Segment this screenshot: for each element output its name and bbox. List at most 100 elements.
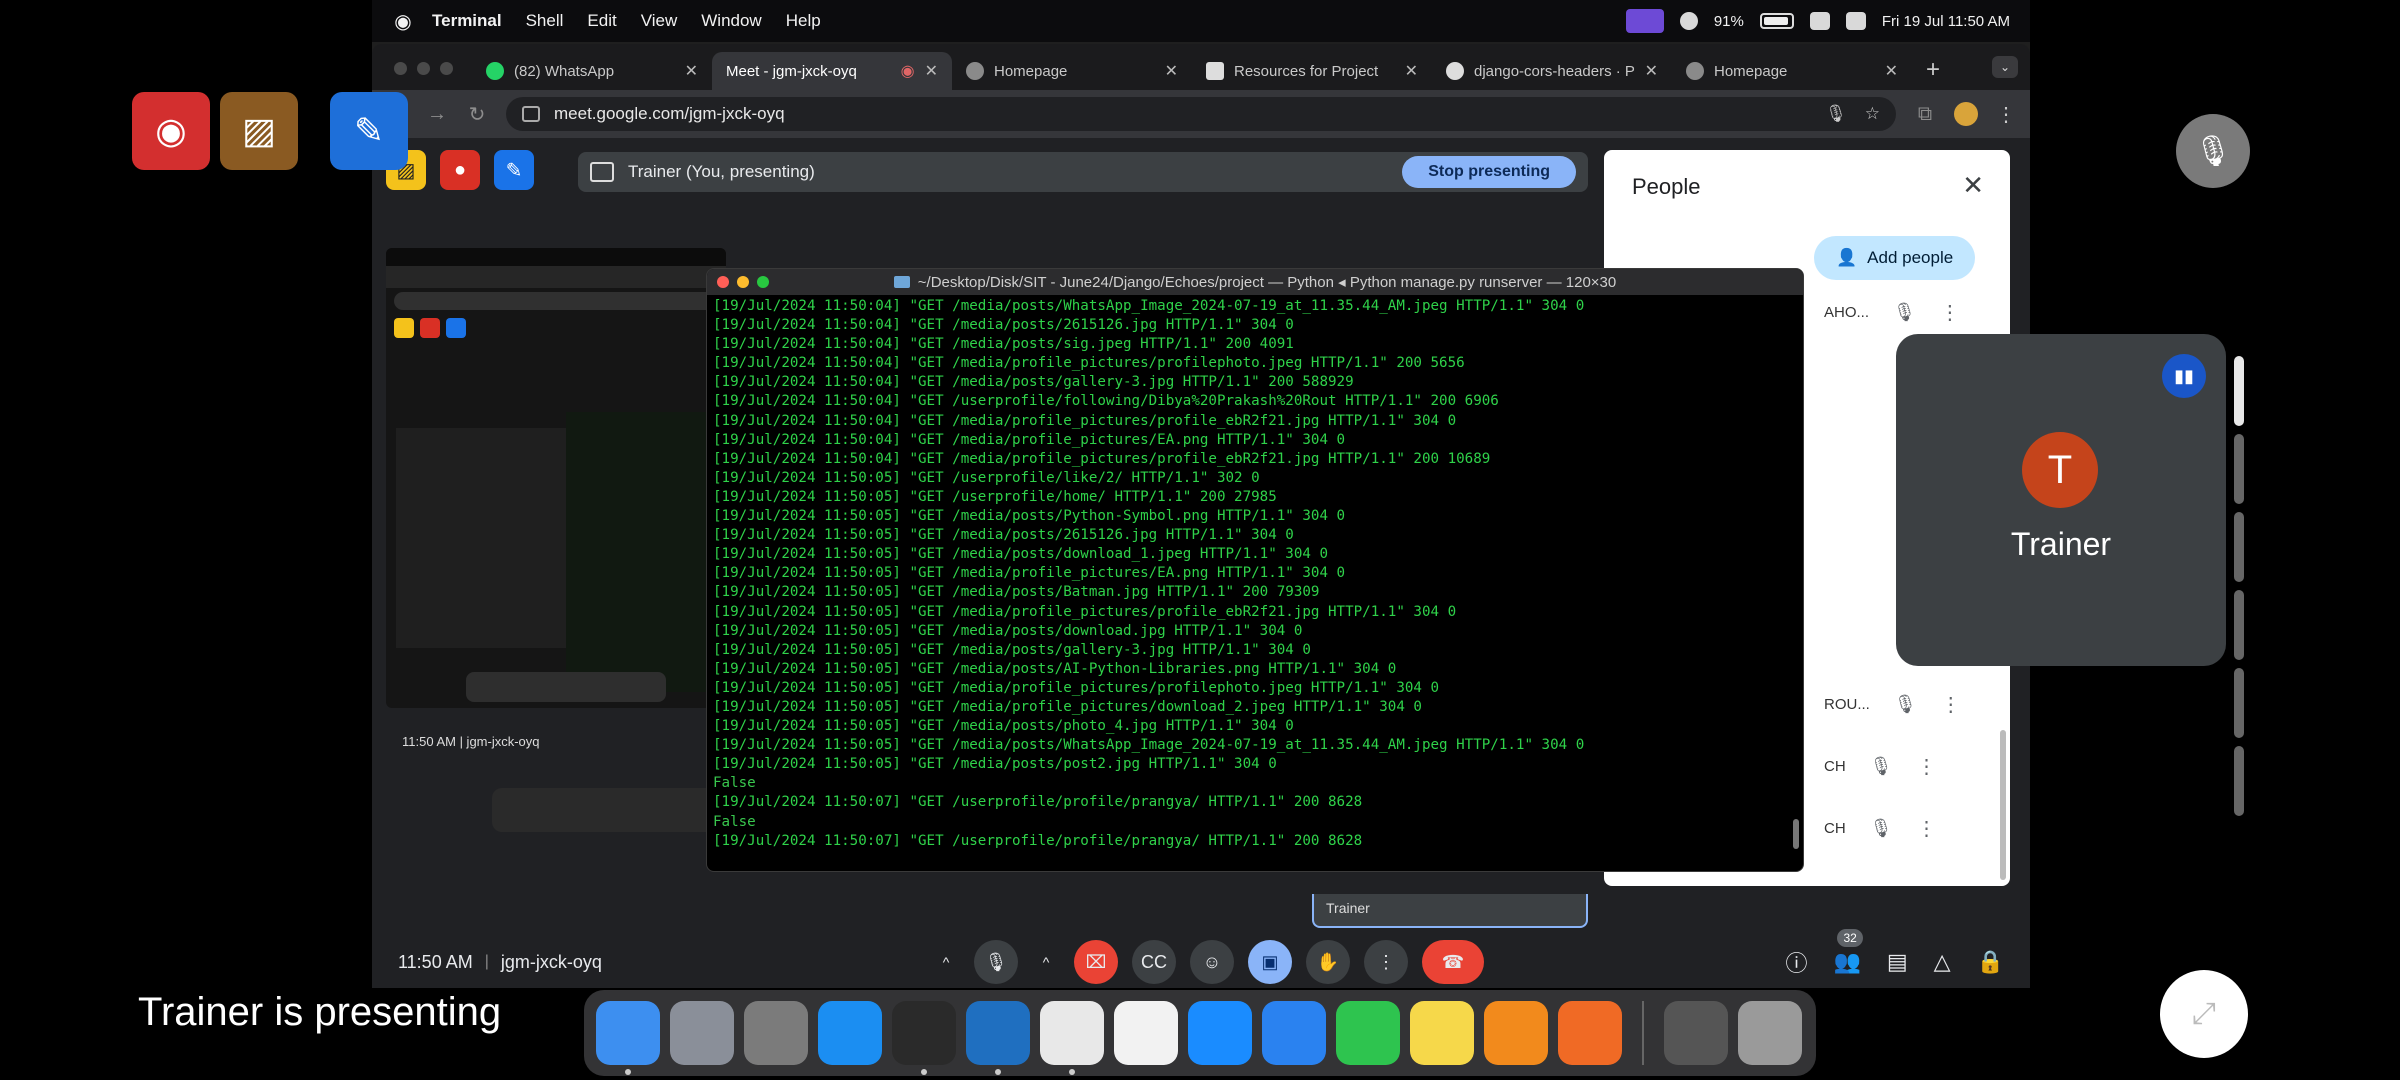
tab-search-icon[interactable]: ⌄ [1992, 56, 2018, 78]
downloads-stack-icon[interactable] [1664, 1001, 1728, 1065]
tab-django-cors[interactable]: django-cors-headers · P ✕ [1432, 52, 1672, 90]
participant-row[interactable]: CH 🎙 ⋮ [1824, 744, 2004, 788]
more-options-icon[interactable]: ⋮ [1917, 754, 1937, 779]
more-options-icon[interactable]: ⋮ [1364, 940, 1408, 984]
wifi-icon[interactable] [1809, 12, 1830, 30]
terminal-zoom-button[interactable] [757, 276, 769, 288]
record-icon[interactable]: ● [440, 150, 480, 190]
menu-window[interactable]: Window [701, 11, 761, 31]
tab-homepage-2[interactable]: Homepage ✕ [1672, 52, 1912, 90]
terminal-close-button[interactable] [717, 276, 729, 288]
mic-muted-icon[interactable]: 🎙 [2176, 114, 2250, 188]
site-info-icon[interactable] [522, 106, 540, 122]
annotate-pen-icon[interactable]: ✎ [330, 92, 408, 170]
profile-avatar[interactable] [1954, 102, 1978, 126]
tab-resources[interactable]: Resources for Project ✕ [1192, 52, 1432, 90]
user-icon[interactable] [1679, 12, 1698, 30]
more-options-icon[interactable]: ⋮ [1917, 816, 1937, 841]
camera-off-icon[interactable]: ⌧ [1074, 940, 1118, 984]
close-window-button[interactable] [394, 62, 407, 75]
tile-scroller[interactable] [2234, 356, 2244, 820]
meeting-info-icon[interactable]: ⓘ [1785, 946, 1807, 978]
facetime-icon[interactable] [1336, 1001, 1400, 1065]
chrome-menu-icon[interactable]: ⋮ [1996, 102, 2016, 127]
presenter-tools: ▨ ● ✎ [386, 150, 534, 190]
audio-options-chevron-icon[interactable]: ^ [932, 940, 960, 984]
vscode-icon[interactable] [966, 1001, 1030, 1075]
present-screen-icon[interactable]: ▣ [1248, 940, 1292, 984]
terminal-window[interactable]: ~/Desktop/Disk/SIT - June24/Django/Echoe… [706, 268, 1804, 872]
fullscreen-icon[interactable]: ⤢ [2160, 970, 2248, 1058]
annotate-pen-icon[interactable]: ✎ [494, 150, 534, 190]
leave-call-icon[interactable]: ☎ [1422, 940, 1484, 984]
new-tab-button[interactable]: + [1912, 56, 1954, 90]
menu-view[interactable]: View [641, 11, 678, 31]
url-text[interactable]: meet.google.com/jgm-jxck-oyq [554, 104, 785, 124]
close-tab-icon[interactable]: ✕ [1405, 61, 1418, 81]
raise-hand-icon[interactable]: ✋ [1306, 940, 1350, 984]
microphone-icon[interactable]: 🎙 [1825, 104, 1847, 124]
participant-row[interactable]: ROU... 🎙 ⋮ [1824, 682, 2004, 726]
tab-meet[interactable]: Meet - jgm-jxck-oyq ◉ ✕ [372, 52, 952, 156]
participant-row[interactable]: CH 🎙 ⋮ [1824, 806, 2004, 850]
finder-icon[interactable] [596, 1001, 660, 1075]
forward-icon[interactable]: → [426, 103, 448, 126]
pages-icon[interactable] [1484, 1001, 1548, 1065]
battery-icon[interactable] [1759, 13, 1794, 29]
participant-row[interactable]: AHO... 🎙 ⋮ [1824, 290, 2004, 334]
self-video-tile[interactable]: ▮▮ T Trainer [1896, 334, 2226, 666]
menu-app-terminal[interactable]: Terminal [432, 11, 502, 31]
stop-presenting-button[interactable]: Stop presenting [1402, 156, 1576, 188]
terminal-minimize-button[interactable] [737, 276, 749, 288]
terminal-scrollbar[interactable] [1793, 819, 1799, 849]
app-store-icon[interactable] [818, 1001, 882, 1065]
close-panel-icon[interactable]: ✕ [1962, 170, 1984, 201]
address-bar[interactable]: meet.google.com/jgm-jxck-oyq 🎙 ☆ [506, 97, 1896, 131]
safari-icon[interactable] [1188, 1001, 1252, 1065]
trainer-video-tile[interactable]: Trainer [1312, 894, 1588, 928]
menu-help[interactable]: Help [786, 11, 821, 31]
record-icon[interactable]: ◉ [132, 92, 210, 170]
launchpad-icon[interactable] [670, 1001, 734, 1065]
tab-whatsapp[interactable]: (82) WhatsApp ✕ [472, 52, 712, 90]
host-controls-icon[interactable]: 🔒 [1977, 949, 2004, 975]
terminal-line: [19/Jul/2024 11:50:05] "GET /media/posts… [713, 641, 1311, 658]
sketch-pen-icon[interactable] [1558, 1001, 1622, 1065]
terminal-icon[interactable] [892, 1001, 956, 1075]
more-options-icon[interactable]: ⋮ [1941, 692, 1961, 717]
more-options-icon[interactable]: ⋮ [1940, 300, 1960, 325]
video-options-chevron-icon[interactable]: ^ [1032, 940, 1060, 984]
close-tab-icon[interactable]: ✕ [925, 61, 938, 81]
add-people-button[interactable]: 👤 Add people [1814, 236, 1976, 280]
chat-icon[interactable]: ▤ [1887, 949, 1908, 975]
menu-edit[interactable]: Edit [587, 11, 616, 31]
captions-icon[interactable]: CC [1132, 940, 1176, 984]
reload-icon[interactable]: ↻ [466, 102, 488, 127]
tab-homepage[interactable]: Homepage ✕ [952, 52, 1192, 90]
terminal-output[interactable]: [19/Jul/2024 11:50:04] "GET /media/posts… [707, 295, 1803, 853]
control-center-icon[interactable] [1845, 12, 1866, 30]
menu-shell[interactable]: Shell [526, 11, 564, 31]
activities-icon[interactable]: △ [1934, 949, 1951, 975]
close-tab-icon[interactable]: ✕ [685, 61, 698, 81]
microphone-icon[interactable]: 🎙 [974, 940, 1018, 984]
people-icon[interactable]: 👥 32 [1833, 929, 1863, 975]
extensions-icon[interactable]: ⧉ [1914, 103, 1936, 126]
trash-icon[interactable] [1738, 1001, 1802, 1065]
close-tab-icon[interactable]: ✕ [1165, 61, 1178, 81]
chrome-icon[interactable] [1040, 1001, 1104, 1075]
notes-icon[interactable] [1410, 1001, 1474, 1065]
system-settings-icon[interactable] [744, 1001, 808, 1065]
apple-icon[interactable]: ◉ [392, 9, 414, 34]
photos-icon[interactable] [1114, 1001, 1178, 1065]
reactions-icon[interactable]: ☺ [1190, 940, 1234, 984]
bookmark-star-icon[interactable]: ☆ [1865, 104, 1880, 124]
screen-share-icon[interactable] [1625, 9, 1664, 33]
zoom-window-button[interactable] [440, 62, 453, 75]
mail-icon[interactable] [1262, 1001, 1326, 1065]
close-tab-icon[interactable]: ✕ [1645, 61, 1658, 81]
minimize-window-button[interactable] [417, 62, 430, 75]
panel-scrollbar[interactable] [2000, 730, 2006, 880]
camera-off-icon[interactable]: ▨ [220, 92, 298, 170]
close-tab-icon[interactable]: ✕ [1885, 61, 1898, 81]
